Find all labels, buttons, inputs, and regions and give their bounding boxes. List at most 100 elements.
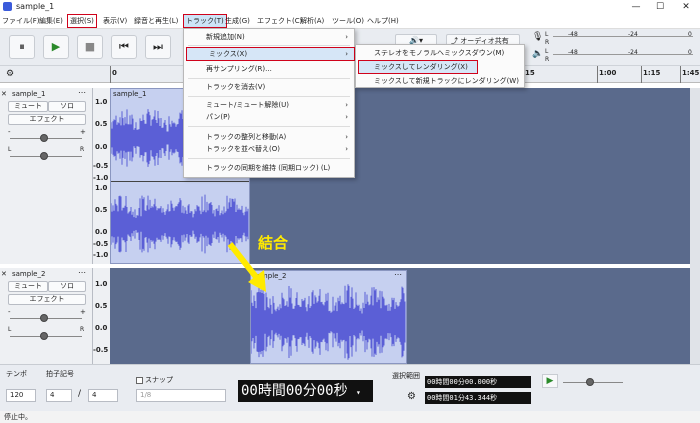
selection-label: 選択範囲	[392, 372, 420, 380]
annotation-label: 結合	[258, 234, 289, 252]
play-meter-tick: -48	[568, 49, 578, 56]
track-close-icon[interactable]: ✕	[1, 90, 7, 98]
pause-button[interactable]: ⏸	[9, 35, 35, 59]
title-bar: sample_1 — ☐ ✕	[0, 0, 700, 14]
menu-separator	[188, 126, 350, 127]
play-at-speed-button[interactable]: ▶	[542, 374, 558, 388]
window-title: sample_1	[16, 2, 55, 11]
track-name[interactable]: sample_2	[12, 270, 45, 278]
play-speed-knob[interactable]	[586, 378, 594, 386]
menu-item-mute-unmute[interactable]: ミュート/ミュート解除(U) ›	[184, 99, 354, 111]
menu-analyze[interactable]: 解析(A)	[298, 15, 326, 27]
vertical-scrollbar[interactable]	[690, 88, 700, 366]
clip-name[interactable]: sample_1	[113, 90, 146, 98]
menu-item-mix[interactable]: ミックス(X) ›	[186, 47, 355, 61]
pan-slider-knob[interactable]	[40, 152, 48, 160]
submenu-arrow-icon: ›	[345, 50, 348, 58]
skip-to-end-button[interactable]: ⏭	[145, 35, 171, 59]
settings-icon[interactable]: ⚙	[407, 391, 416, 402]
menu-item-align-tracks[interactable]: トラックの整列と移動(A) ›	[184, 131, 354, 143]
ruler-tick-label: 1:00	[599, 69, 617, 77]
minimize-button[interactable]: —	[626, 1, 646, 13]
track-close-icon[interactable]: ✕	[1, 270, 7, 278]
track-control-panel[interactable]: ✕ sample_2 ⋯ ミュート ソロ エフェクト - + L R	[0, 268, 93, 364]
tempo-label: テンポ	[6, 370, 27, 378]
track-control-panel[interactable]: ✕ sample_1 ⋯ ミュート ソロ エフェクト - + L R	[0, 88, 93, 264]
stop-button[interactable]: ■	[77, 35, 103, 59]
snap-select[interactable]: 1/8	[136, 389, 226, 402]
time-signature-denominator[interactable]: 4	[88, 389, 118, 402]
menu-item-stereo-to-mono[interactable]: ステレオをモノラルへミックスダウン(M)	[356, 47, 524, 59]
chevron-down-icon: ▾	[356, 388, 361, 397]
menu-view[interactable]: 表示(V)	[101, 15, 129, 27]
clip-menu-icon[interactable]: ⋯	[394, 270, 402, 279]
skip-to-start-button[interactable]: ⏮	[111, 35, 137, 59]
snap-checkbox[interactable]	[136, 377, 143, 384]
menu-item-sync-lock[interactable]: トラックの同期を維持 (同期ロック) (L)	[184, 162, 354, 174]
timeline-settings-icon[interactable]: ⚙	[6, 69, 14, 79]
channel-divider	[111, 181, 249, 182]
menu-item-add-new[interactable]: 新規追加(N) ›	[184, 31, 354, 43]
rec-meter-right: R	[545, 39, 550, 46]
time-signature-label: 拍子記号	[46, 370, 74, 378]
pan-left-label: L	[8, 326, 12, 333]
play-button[interactable]: ▶	[43, 35, 69, 59]
status-bar: 停止中。	[0, 411, 700, 423]
menu-bar: ファイル(F) 編集(E) 選択(S) 表示(V) 録音と再生(L) トラック(…	[0, 14, 700, 29]
scale-label: 0.5	[95, 120, 108, 128]
scale-label: 0.0	[95, 228, 108, 236]
menu-effect[interactable]: エフェクト(C)	[255, 15, 304, 27]
tempo-input[interactable]: 120	[6, 389, 36, 402]
menu-separator	[188, 158, 350, 159]
selection-start[interactable]: 00時間00分00.000秒	[425, 376, 531, 388]
rec-meter-tick: -24	[628, 31, 638, 38]
scale-label: -0.5	[93, 240, 109, 248]
gain-minus-label: -	[8, 308, 11, 316]
gain-slider-knob[interactable]	[40, 134, 48, 142]
ruler-tick-line	[110, 66, 111, 83]
app-icon	[3, 2, 12, 11]
menu-item-sort-tracks[interactable]: トラックを並べ替え(O) ›	[184, 143, 354, 155]
menu-item-mix-render-new-track[interactable]: ミックスして新規トラックにレンダリング(W)	[356, 75, 524, 87]
track-menu-icon[interactable]: ⋯	[78, 88, 86, 97]
play-meter-right: R	[545, 56, 550, 63]
menu-file[interactable]: ファイル(F)	[0, 15, 42, 27]
menu-separator	[188, 96, 350, 97]
mute-button[interactable]: ミュート	[8, 281, 48, 292]
menu-item-resample[interactable]: 再サンプリング(R)...	[184, 63, 354, 75]
menu-item-mix-and-render[interactable]: ミックスしてレンダリング(X)	[358, 60, 478, 74]
time-signature-numerator[interactable]: 4	[46, 389, 72, 402]
menu-item-remove-tracks[interactable]: トラックを消去(V)	[184, 81, 354, 93]
menu-help[interactable]: ヘルプ(H)	[365, 15, 401, 27]
scale-label: 0.5	[95, 302, 108, 310]
track-vertical-scale: 1.0 0.5 0.0 -0.5	[93, 268, 110, 364]
track-vertical-scale: 1.0 0.5 0.0 -0.5 -1.0 1.0 0.5 0.0 -0.5 -…	[93, 88, 110, 264]
pan-slider-knob[interactable]	[40, 332, 48, 340]
gain-slider-knob[interactable]	[40, 314, 48, 322]
mute-button[interactable]: ミュート	[8, 101, 48, 112]
solo-button[interactable]: ソロ	[48, 101, 86, 112]
menu-separator	[188, 78, 350, 79]
menu-item-pan[interactable]: パン(P) ›	[184, 111, 354, 123]
ruler-tick-line	[641, 66, 642, 83]
close-button[interactable]: ✕	[676, 1, 696, 13]
scale-label: 1.0	[95, 98, 108, 106]
menu-record-play[interactable]: 録音と再生(L)	[132, 15, 180, 27]
scale-label: -0.5	[93, 346, 109, 354]
menu-generate[interactable]: 生成(G)	[223, 15, 252, 27]
track-name[interactable]: sample_1	[12, 90, 45, 98]
maximize-button[interactable]: ☐	[650, 1, 670, 13]
time-signature-slash: /	[78, 389, 82, 399]
effects-button[interactable]: エフェクト	[8, 294, 86, 305]
status-text: 停止中。	[4, 413, 32, 421]
menu-tools[interactable]: ツール(O)	[330, 15, 366, 27]
menu-tracks[interactable]: トラック(T)	[183, 14, 227, 28]
effects-button[interactable]: エフェクト	[8, 114, 86, 125]
time-display[interactable]: 00時間00分00秒 ▾	[238, 380, 373, 402]
menu-select[interactable]: 選択(S)	[67, 14, 97, 28]
solo-button[interactable]: ソロ	[48, 281, 86, 292]
track-menu-icon[interactable]: ⋯	[78, 268, 86, 277]
selection-end[interactable]: 00時間01分43.344秒	[425, 392, 531, 404]
menu-edit[interactable]: 編集(E)	[37, 15, 65, 27]
play-meter-tick: 0	[688, 49, 692, 56]
